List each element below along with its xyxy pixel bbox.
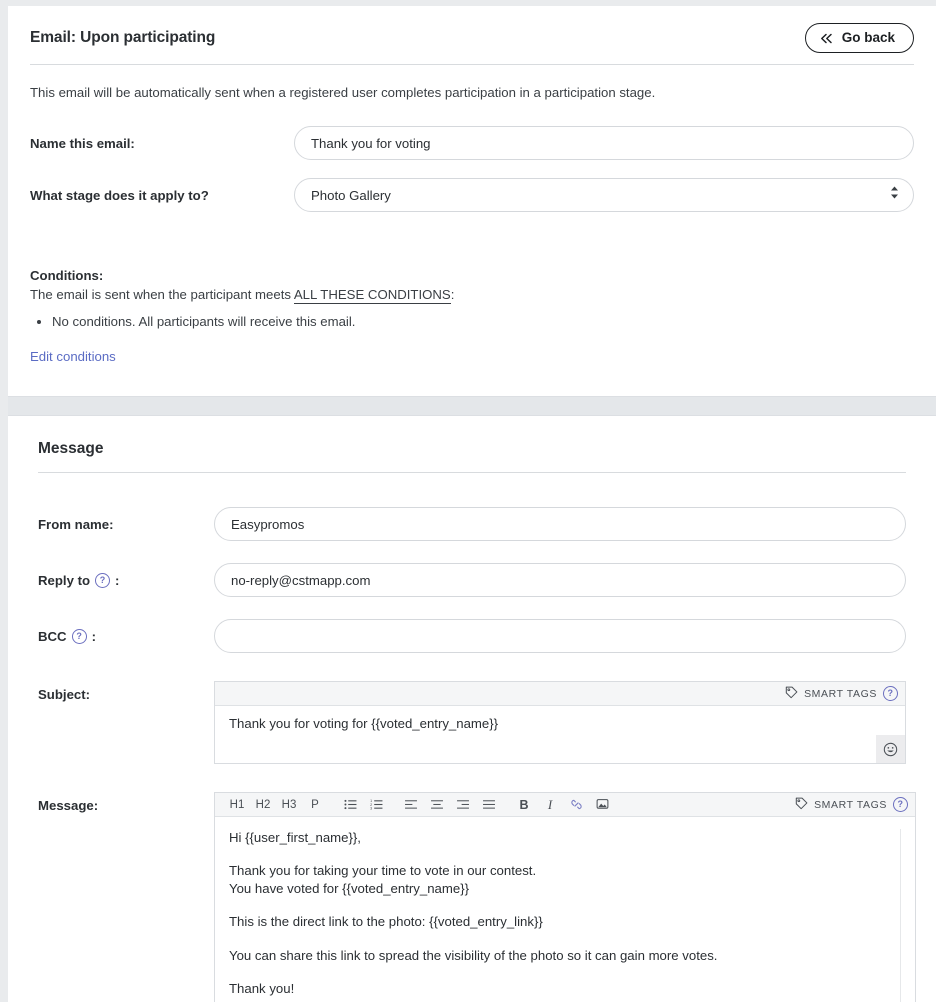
bcc-label: BCC ? :	[38, 628, 214, 644]
paragraph-button[interactable]: P	[302, 795, 328, 815]
align-right-icon[interactable]	[450, 795, 476, 815]
stage-label: What stage does it apply to?	[30, 187, 209, 203]
page-root: Email: Upon participating Go back This e…	[0, 0, 936, 1002]
conditions-title: Conditions:	[30, 268, 104, 283]
name-email-label: Name this email:	[30, 135, 135, 151]
field-row-stage: What stage does it apply to?	[30, 160, 914, 212]
heading-2-button[interactable]: H2	[250, 795, 276, 815]
conditions-block: Conditions: The email is sent when the p…	[30, 212, 914, 366]
message-paragraph: Thank you for taking your time to vote i…	[229, 862, 890, 897]
edit-conditions-link[interactable]: Edit conditions	[30, 349, 116, 364]
subject-input-area[interactable]: Thank you for voting for {{voted_entry_n…	[215, 706, 905, 763]
heading-1-button[interactable]: H1	[224, 795, 250, 815]
bcc-input[interactable]	[214, 619, 906, 653]
intro-text: This email will be automatically sent wh…	[30, 85, 656, 100]
email-config-section: Email: Upon participating Go back This e…	[8, 6, 936, 396]
help-icon[interactable]: ?	[71, 628, 87, 644]
italic-button[interactable]: I	[537, 795, 563, 815]
reply-to-colon: :	[115, 572, 120, 588]
go-back-label: Go back	[841, 30, 895, 46]
image-icon[interactable]	[589, 795, 615, 815]
message-body-area[interactable]: Hi {{user_first_name}}, Thank you for ta…	[215, 817, 915, 1002]
message-line: You have voted for {{voted_entry_name}}	[229, 880, 470, 896]
header-divider	[30, 64, 914, 65]
all-these-conditions-link[interactable]: ALL THESE CONDITIONS	[293, 287, 451, 304]
subject-value: Thank you for voting for {{voted_entry_n…	[229, 716, 499, 731]
from-name-input[interactable]	[214, 507, 906, 541]
conditions-sentence: The email is sent when the participant m…	[30, 287, 914, 304]
bcc-label-text: BCC	[38, 628, 67, 644]
message-paragraph: This is the direct link to the photo: {{…	[229, 913, 890, 930]
help-icon[interactable]: ?	[893, 797, 908, 812]
message-line: Thank you!	[229, 981, 295, 997]
name-email-input[interactable]	[294, 126, 914, 160]
subject-editor: SMART TAGS ? Thank you for voting for {{…	[214, 681, 906, 764]
conditions-sentence-prefix: The email is sent when the participant m…	[30, 287, 294, 302]
message-section-title: Message	[38, 440, 104, 457]
conditions-list: No conditions. All participants will rec…	[30, 314, 914, 329]
message-paragraph: Hi {{user_first_name}},	[229, 829, 890, 846]
reply-to-label-text: Reply to	[38, 572, 91, 588]
message-line: Thank you for taking your time to vote i…	[229, 863, 537, 879]
field-row-message-body: Message: H1 H2 H3 P 1 2 3 B I SMART TAGS…	[38, 764, 916, 1002]
field-row-from-name: From name:	[38, 473, 906, 541]
tag-icon	[785, 686, 798, 702]
smart-tags-label: SMART TAGS	[814, 798, 887, 811]
section-divider-band	[8, 396, 936, 416]
section-bottom-spacer	[8, 366, 936, 396]
link-icon[interactable]	[563, 795, 589, 815]
conditions-sentence-suffix: :	[450, 287, 455, 302]
subject-toolbar: SMART TAGS ?	[215, 682, 905, 706]
page-title: Email: Upon participating	[30, 29, 216, 46]
field-row-bcc: BCC ? :	[38, 597, 906, 653]
reply-to-input[interactable]	[214, 563, 906, 597]
message-section: Message From name: Reply to ? :	[8, 416, 936, 1002]
svg-text:3: 3	[370, 807, 372, 810]
message-body-content: Hi {{user_first_name}}, Thank you for ta…	[229, 829, 901, 1002]
smart-tags-button-message[interactable]: SMART TAGS ?	[795, 797, 908, 813]
field-row-reply-to: Reply to ? :	[38, 541, 906, 597]
from-name-label: From name:	[38, 517, 214, 532]
go-back-button[interactable]: Go back	[804, 23, 914, 53]
bcc-colon: :	[91, 628, 96, 644]
from-name-label-text: From name:	[38, 516, 114, 532]
help-icon[interactable]: ?	[883, 686, 898, 701]
list-item: No conditions. All participants will rec…	[52, 314, 914, 329]
heading-3-button[interactable]: H3	[276, 795, 302, 815]
message-paragraph: You can share this link to spread the vi…	[229, 947, 890, 964]
field-row-name: Name this email:	[30, 100, 914, 160]
message-line: This is the direct link to the photo: {{…	[229, 914, 543, 930]
subject-label: Subject:	[38, 687, 91, 702]
double-chevron-left-icon	[820, 33, 833, 44]
stage-select[interactable]	[294, 178, 914, 212]
help-icon[interactable]: ?	[95, 572, 111, 588]
message-paragraph: Thank you!	[229, 980, 890, 997]
bullet-list-icon[interactable]	[337, 795, 363, 815]
reply-to-label: Reply to ? :	[38, 572, 214, 588]
tag-icon	[795, 797, 808, 813]
field-row-subject: Subject: SMART TAGS ? Thank you for voti…	[38, 653, 906, 764]
align-justify-icon[interactable]	[476, 795, 502, 815]
smiley-icon	[883, 742, 898, 756]
message-line: Hi {{user_first_name}},	[229, 830, 361, 845]
message-toolbar: H1 H2 H3 P 1 2 3 B I SMART TAGS ?	[215, 793, 915, 817]
smart-tags-label: SMART TAGS	[804, 687, 877, 700]
bold-button[interactable]: B	[511, 795, 537, 815]
message-body-label: Message:	[38, 798, 99, 813]
align-center-icon[interactable]	[424, 795, 450, 815]
card-header: Email: Upon participating Go back	[8, 6, 936, 53]
emoji-picker-button[interactable]	[876, 735, 905, 763]
message-line: You can share this link to spread the vi…	[229, 947, 718, 963]
smart-tags-button-subject[interactable]: SMART TAGS ?	[785, 686, 898, 702]
email-settings-card: Email: Upon participating Go back This e…	[8, 6, 936, 1002]
numbered-list-icon[interactable]: 1 2 3	[363, 795, 389, 815]
message-editor: H1 H2 H3 P 1 2 3 B I SMART TAGS ? Hi {{u…	[214, 792, 916, 1002]
align-left-icon[interactable]	[398, 795, 424, 815]
